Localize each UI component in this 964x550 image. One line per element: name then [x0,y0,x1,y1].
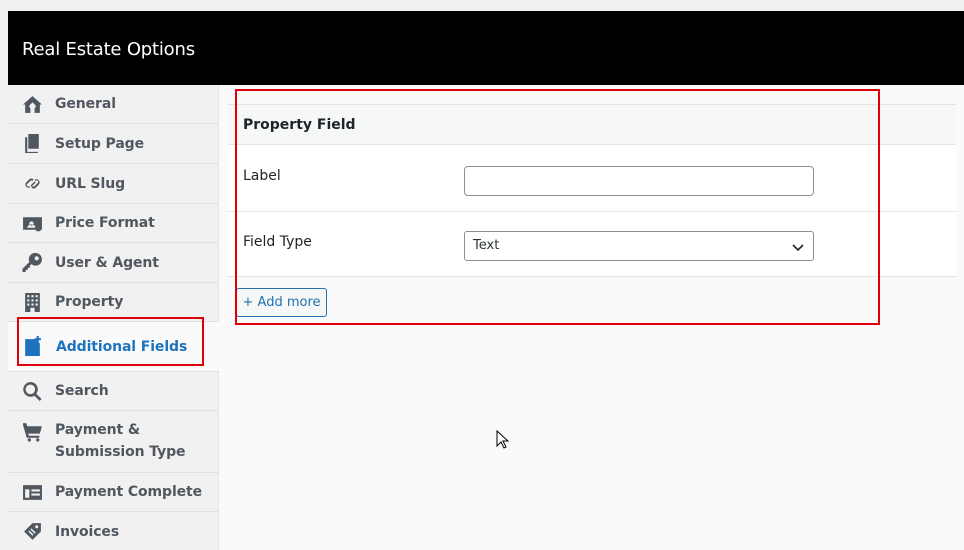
sidebar-item-label: General [55,96,116,112]
mouse-cursor-icon [496,430,510,449]
sidebar-item-price-format[interactable]: Price Format [8,204,219,243]
sidebar-item-label: URL Slug [55,175,126,192]
sidebar-item-label: Setup Page [55,135,144,152]
building-icon [21,291,43,313]
sidebar-item-label: Invoices [55,523,120,540]
sidebar-item-payment-complete[interactable]: Payment Complete [8,473,219,512]
sidebar-item-label: Payment Complete [55,484,203,500]
highlight-box-nav [17,317,204,366]
sidebar-item-label: Payment & Submission Type [55,422,186,460]
sidebar-item-user-agent[interactable]: User & Agent [8,243,219,283]
sidebar-item-general[interactable]: General [8,85,219,124]
sidebar-item-label: Price Format [55,215,155,231]
sidebar-item-url-slug[interactable]: URL Slug [8,164,219,204]
sidebar-item-invoices[interactable]: Invoices [8,512,219,550]
form-card-icon [21,481,43,503]
cart-icon [21,420,43,442]
sidebar-item-label: User & Agent [55,254,159,271]
top-bar: Real Estate Options [8,11,964,85]
sidebar-item-payment-submission-type[interactable]: Payment & Submission Type [8,411,219,473]
home-group-icon [21,93,43,115]
sidebar-item-search[interactable]: Search [8,372,219,411]
sidebar-item-setup-page[interactable]: Setup Page [8,124,219,164]
highlight-box-panel [235,89,880,325]
search-icon [21,380,43,402]
app-title: Real Estate Options [22,39,195,60]
tag-icon [21,521,43,543]
sidebar-item-label: Search [55,383,109,399]
sidebar-item-label: Property [55,294,124,310]
pages-icon [21,133,43,155]
key-icon [21,252,43,274]
money-card-icon [21,212,43,234]
link-icon [21,173,43,195]
